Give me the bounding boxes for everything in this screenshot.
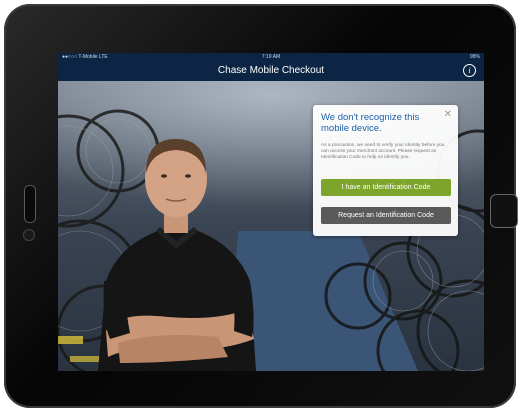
- camera-icon: [23, 229, 35, 241]
- home-button[interactable]: [490, 194, 518, 228]
- screen: ●●○○○ T-Mobile LTE 7:19 AM 98% Chase Mob…: [58, 53, 484, 371]
- have-code-button[interactable]: I have an Identification Code: [321, 179, 451, 196]
- tablet-frame: ●●○○○ T-Mobile LTE 7:19 AM 98% Chase Mob…: [4, 4, 518, 408]
- info-icon[interactable]: i: [463, 64, 476, 77]
- dialog-title: We don't recognize this mobile device.: [321, 112, 420, 134]
- status-bar: ●●○○○ T-Mobile LTE 7:19 AM 98%: [58, 53, 484, 61]
- close-icon[interactable]: ✕: [444, 109, 452, 120]
- unrecognized-device-dialog: We don't recognize this mobile device. ✕…: [313, 105, 458, 236]
- status-time: 7:19 AM: [261, 54, 281, 60]
- nav-bar: Chase Mobile Checkout i: [58, 61, 484, 81]
- dialog-message: As a precaution, we need to verify your …: [321, 143, 445, 160]
- request-code-button[interactable]: Request an Identification Code: [321, 207, 451, 224]
- side-sensor: [24, 185, 36, 223]
- battery-level: 98%: [469, 54, 480, 60]
- page-title: Chase Mobile Checkout: [217, 65, 325, 76]
